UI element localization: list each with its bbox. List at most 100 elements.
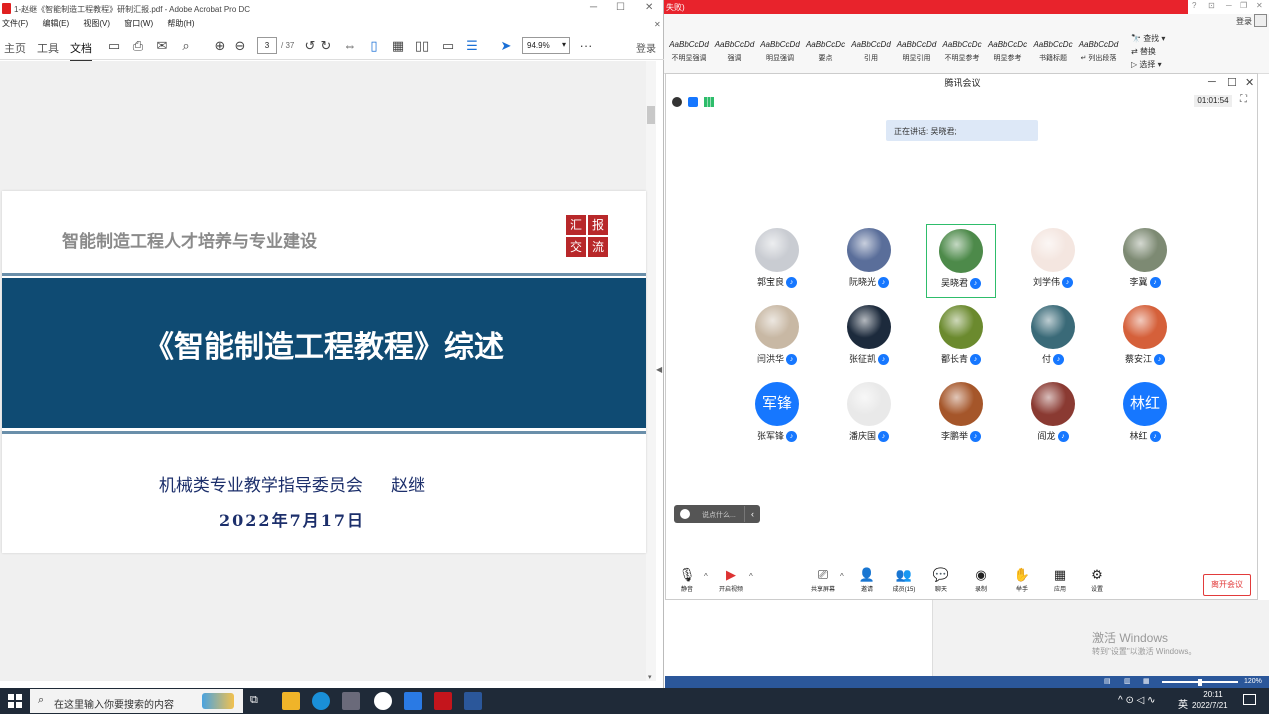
emoji-icon[interactable] xyxy=(680,509,690,519)
style-item[interactable]: AaBbCcDd 引用 xyxy=(849,38,893,72)
participant-tile[interactable]: 蔡安江 ♪ xyxy=(1110,301,1180,375)
word-document-page[interactable] xyxy=(665,600,933,676)
user-avatar-icon[interactable] xyxy=(1254,14,1267,27)
style-item[interactable]: AaBbCcDc 不明显参考 xyxy=(940,38,984,72)
participant-tile[interactable]: 李鹏举 ♪ xyxy=(926,378,996,452)
participant-tile[interactable]: 张征凯 ♪ xyxy=(834,301,904,375)
fullscreen-icon[interactable]: ⛶ xyxy=(1240,94,1247,105)
participant-tile[interactable]: 刘学伟 ♪ xyxy=(1018,224,1088,298)
word-login-link[interactable]: 登录 xyxy=(1236,16,1252,27)
web-layout-icon[interactable]: ▦ xyxy=(1143,677,1150,685)
ribbon-options-icon[interactable]: ⊡ xyxy=(1208,1,1215,10)
menu-file[interactable]: 文件(F) xyxy=(2,18,28,29)
start-video-button[interactable]: ▶ 开启视频 xyxy=(714,566,748,593)
zoom-slider-thumb[interactable] xyxy=(1198,679,1202,686)
chat-input-bar[interactable]: 说点什么... ‹ xyxy=(674,505,760,523)
menu-edit[interactable]: 编辑(E) xyxy=(42,18,69,29)
read-mode-icon[interactable]: ▤ xyxy=(1104,677,1111,685)
maximize-icon[interactable]: ☐ xyxy=(616,2,625,13)
taskbar-time[interactable]: 20:11 xyxy=(1198,690,1228,699)
page-down-icon[interactable]: ⊖ xyxy=(232,38,248,54)
search-icon[interactable]: ⌕ xyxy=(178,38,194,54)
rotate-right-icon[interactable]: ↻ xyxy=(318,38,334,54)
windows-start-icon[interactable] xyxy=(8,694,22,708)
maximize-icon[interactable]: ☐ xyxy=(1227,76,1237,89)
collapse-panel-icon[interactable]: ◀ xyxy=(656,365,662,374)
info-icon[interactable] xyxy=(672,97,682,107)
single-page-icon[interactable]: ▯ xyxy=(366,38,382,54)
select-cursor-icon[interactable]: ➤ xyxy=(498,38,514,54)
presentation-icon[interactable]: ▭ xyxy=(440,38,456,54)
rotate-left-icon[interactable]: ↺ xyxy=(302,38,318,54)
tencent-meeting-app-icon[interactable] xyxy=(342,692,360,710)
style-item[interactable]: AaBbCcDd ↵ 列出段落 xyxy=(1077,38,1121,72)
scrollbar-thumb[interactable] xyxy=(647,106,655,124)
participant-tile[interactable]: 付 ♪ xyxy=(1018,301,1088,375)
participant-tile[interactable]: 林红 林红 ♪ xyxy=(1110,378,1180,452)
style-item[interactable]: AaBbCcDc 书籍标题 xyxy=(1031,38,1075,72)
participant-tile[interactable]: 阎龙 ♪ xyxy=(1018,378,1088,452)
input-method-indicator[interactable]: 英 xyxy=(1178,696,1188,711)
replace-command[interactable]: ⇄ 替换 xyxy=(1131,46,1156,57)
invite-button[interactable]: 👤 邀请 xyxy=(850,566,884,593)
find-command[interactable]: 🔭 查找 ▾ xyxy=(1131,33,1165,44)
audio-options-caret[interactable]: ^ xyxy=(704,572,708,581)
taskbar-date[interactable]: 2022/7/21 xyxy=(1192,701,1228,710)
close-icon[interactable]: ✕ xyxy=(1245,76,1254,89)
participant-tile[interactable]: 李冀 ♪ xyxy=(1110,224,1180,298)
acrobat-app-icon[interactable] xyxy=(434,692,452,710)
two-page-icon[interactable]: ▯▯ xyxy=(414,38,430,54)
minimize-icon[interactable]: ─ xyxy=(1208,76,1216,88)
style-item[interactable]: AaBbCcDc 要点 xyxy=(804,38,848,72)
menu-window[interactable]: 窗口(W) xyxy=(124,18,153,29)
participant-tile[interactable]: 郭宝良 ♪ xyxy=(742,224,812,298)
leave-meeting-button[interactable]: 离开会议 xyxy=(1203,574,1251,596)
close-icon[interactable]: ✕ xyxy=(1256,1,1263,10)
style-item[interactable]: AaBbCcDd 明显强调 xyxy=(758,38,802,72)
style-item[interactable]: AaBbCcDc 明显参考 xyxy=(986,38,1030,72)
help-icon[interactable]: ? xyxy=(1192,1,1196,10)
more-options-icon[interactable]: ··· xyxy=(578,38,594,54)
notification-icon[interactable] xyxy=(1243,694,1256,705)
record-button[interactable]: ◉ 录制 xyxy=(964,566,998,593)
participant-tile[interactable]: 鄱长青 ♪ xyxy=(926,301,996,375)
fit-width-icon[interactable]: ⇔ xyxy=(342,38,358,54)
style-item[interactable]: AaBbCcDd 不明显强调 xyxy=(667,38,711,72)
share-options-caret[interactable]: ^ xyxy=(840,572,844,581)
scroll-down-icon[interactable]: ▾ xyxy=(648,673,652,681)
page-number-input[interactable]: 3 xyxy=(257,37,277,54)
app-icon[interactable] xyxy=(374,692,392,710)
restore-icon[interactable]: ❐ xyxy=(1240,1,1247,10)
apps-button[interactable]: ▦ 应用 xyxy=(1043,566,1077,593)
reading-mode-icon[interactable]: ☰ xyxy=(464,38,480,54)
participant-tile[interactable]: 军锋 张军锋 ♪ xyxy=(742,378,812,452)
chat-button[interactable]: 💬 聊天 xyxy=(924,566,958,593)
participant-tile[interactable]: 闫洪华 ♪ xyxy=(742,301,812,375)
task-view-icon[interactable]: ⧉ xyxy=(250,694,258,707)
acrobat-login-link[interactable]: 登录 xyxy=(636,40,656,55)
email-icon[interactable]: ✉ xyxy=(154,38,170,54)
zoom-select[interactable]: 94.9% ▾ xyxy=(522,37,570,54)
system-tray-icons[interactable]: ^ ⊙ ◁ ∿ xyxy=(1118,695,1155,706)
vertical-scrollbar[interactable] xyxy=(646,61,656,681)
save-icon[interactable]: ▭ xyxy=(106,38,122,54)
file-explorer-icon[interactable] xyxy=(282,692,300,710)
signal-strength-icon[interactable] xyxy=(704,97,714,107)
word-zoom-level[interactable]: 120% xyxy=(1244,678,1262,685)
tab-tools[interactable]: 工具 xyxy=(37,40,59,56)
word-app-icon[interactable] xyxy=(464,692,482,710)
collapse-chat-icon[interactable]: ‹ xyxy=(744,506,760,522)
share-screen-button[interactable]: ⎚ 共享屏幕 xyxy=(806,566,840,593)
taskbar-search-box[interactable]: ⌕ 在这里输入你要搜索的内容 xyxy=(30,689,243,713)
tab-document[interactable]: 文档 xyxy=(70,40,92,62)
style-item[interactable]: AaBbCcDd 强调 xyxy=(713,38,757,72)
print-icon[interactable]: ⎙ xyxy=(130,38,146,54)
print-layout-icon[interactable]: ▥ xyxy=(1124,677,1131,685)
style-item[interactable]: AaBbCcDd 明显引用 xyxy=(895,38,939,72)
tab-home[interactable]: 主页 xyxy=(4,40,26,56)
menu-view[interactable]: 视图(V) xyxy=(83,18,110,29)
close-document-icon[interactable]: ✕ xyxy=(654,20,661,29)
members-button[interactable]: 👥 成员(15) xyxy=(887,566,921,593)
page-up-icon[interactable]: ⊕ xyxy=(212,38,228,54)
close-icon[interactable]: ✕ xyxy=(645,2,653,13)
